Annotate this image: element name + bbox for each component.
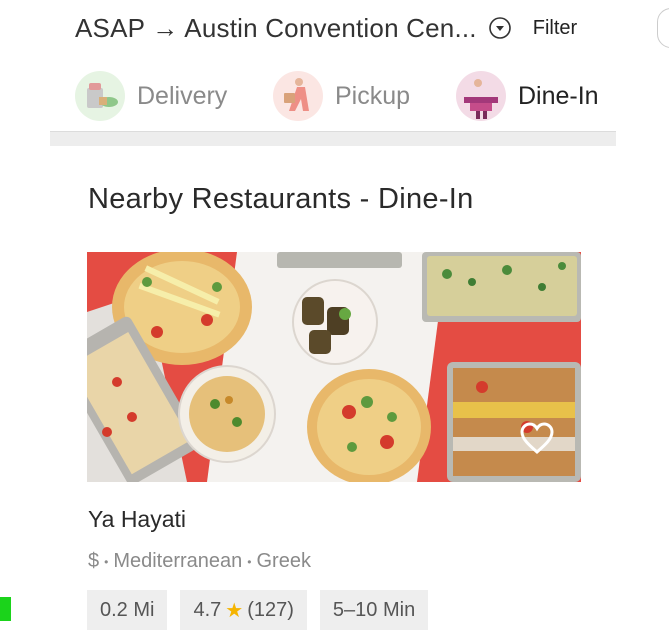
chevron-down-icon[interactable]: [488, 17, 511, 39]
map-toggle-edge[interactable]: [657, 8, 669, 48]
restaurant-meta: $ • Mediterranean • Greek: [88, 550, 311, 573]
tab-dine-in[interactable]: Dine-In: [456, 68, 599, 124]
separator-dot: •: [104, 554, 109, 569]
eta-pill: 5–10 Min: [319, 590, 429, 630]
tab-label: Delivery: [137, 81, 228, 110]
tab-label: Dine-In: [518, 81, 599, 110]
cuisine-tag: Mediterranean: [113, 550, 243, 572]
tab-delivery[interactable]: Delivery: [75, 68, 227, 124]
filter-button[interactable]: Filter: [533, 17, 577, 40]
dine-in-table-icon: [456, 71, 506, 121]
focus-marker: [0, 597, 11, 621]
price-level: $: [88, 550, 100, 572]
tab-label: Pickup: [335, 81, 411, 110]
delivery-bag-icon: [75, 71, 125, 121]
restaurant-info-pills: 0.2 Mi 4.7 ★ (127) 5–10 Min: [87, 590, 429, 630]
separator-dot: •: [247, 554, 252, 569]
tab-pickup[interactable]: Pickup: [273, 68, 410, 124]
rating-pill: 4.7 ★ (127): [180, 590, 307, 630]
rating-value: 4.7: [193, 598, 222, 621]
review-count: (127): [247, 598, 294, 621]
favorite-heart-icon[interactable]: [519, 421, 555, 455]
distance-pill: 0.2 Mi: [87, 590, 168, 630]
cuisine-tag: Greek: [256, 550, 311, 572]
pickup-person-icon: [273, 71, 323, 121]
star-icon: ★: [225, 599, 244, 622]
distance-value: 0.2 Mi: [100, 598, 155, 621]
section-title: Nearby Restaurants - Dine-In: [88, 183, 474, 215]
section-divider: [50, 131, 616, 146]
restaurant-hero-image[interactable]: [87, 252, 581, 482]
restaurant-name[interactable]: Ya Hayati: [88, 506, 186, 533]
eta-value: 5–10 Min: [332, 598, 416, 621]
app-header: ASAP → Austin Convention Cen... Filter: [75, 10, 669, 46]
order-mode-tabs: Delivery Pickup Dine-In: [70, 68, 630, 124]
delivery-location-title[interactable]: ASAP → Austin Convention Cen...: [75, 13, 477, 44]
